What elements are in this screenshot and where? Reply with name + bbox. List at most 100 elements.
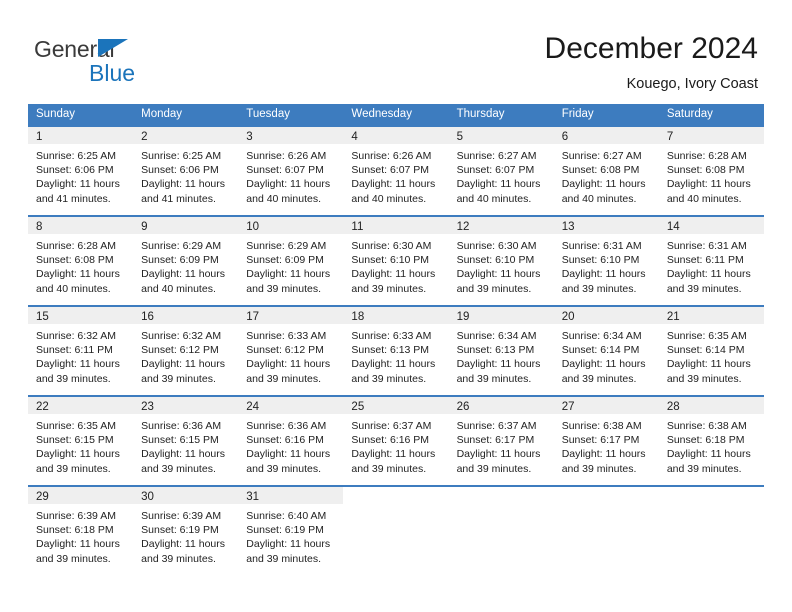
day-cell[interactable]: 29 Sunrise: 6:39 AM Sunset: 6:18 PM Dayl… bbox=[28, 487, 134, 575]
day-cell[interactable]: 5 Sunrise: 6:27 AM Sunset: 6:07 PM Dayli… bbox=[448, 127, 554, 215]
calendar-grid: Sunday Monday Tuesday Wednesday Thursday… bbox=[28, 104, 764, 575]
day-cell[interactable]: 19 Sunrise: 6:34 AM Sunset: 6:13 PM Dayl… bbox=[448, 307, 554, 395]
day-number: 9 bbox=[141, 221, 148, 233]
day-details: Sunrise: 6:35 AM Sunset: 6:15 PM Dayligh… bbox=[28, 414, 133, 476]
day-cell[interactable]: 24 Sunrise: 6:36 AM Sunset: 6:16 PM Dayl… bbox=[238, 397, 344, 485]
sunset-text: Sunset: 6:15 PM bbox=[36, 434, 114, 447]
daylight-text-line1: Daylight: 11 hours bbox=[666, 358, 751, 371]
day-cell[interactable]: 1 Sunrise: 6:25 AM Sunset: 6:06 PM Dayli… bbox=[28, 127, 134, 215]
day-number-bar: 9 bbox=[133, 217, 239, 234]
day-cell[interactable]: 10 Sunrise: 6:29 AM Sunset: 6:09 PM Dayl… bbox=[238, 217, 344, 305]
day-cell[interactable]: 14 Sunrise: 6:31 AM Sunset: 6:11 PM Dayl… bbox=[658, 217, 764, 305]
day-number-bar: 17 bbox=[238, 307, 344, 324]
sunset-text: Sunset: 6:14 PM bbox=[666, 344, 745, 357]
day-cell[interactable]: 18 Sunrise: 6:33 AM Sunset: 6:13 PM Dayl… bbox=[343, 307, 449, 395]
sunset-text: Sunset: 6:11 PM bbox=[36, 344, 113, 357]
daylight-text-line2: and 39 minutes. bbox=[141, 552, 216, 565]
page-title: December 2024 bbox=[544, 32, 758, 65]
day-cell[interactable]: 23 Sunrise: 6:36 AM Sunset: 6:15 PM Dayl… bbox=[133, 397, 239, 485]
daylight-text-line1: Daylight: 11 hours bbox=[561, 358, 646, 371]
day-details: Sunrise: 6:28 AM Sunset: 6:08 PM Dayligh… bbox=[659, 144, 764, 206]
day-cell[interactable]: 8 Sunrise: 6:28 AM Sunset: 6:08 PM Dayli… bbox=[28, 217, 134, 305]
day-details: Sunrise: 6:32 AM Sunset: 6:11 PM Dayligh… bbox=[28, 324, 133, 386]
day-number-bar: 5 bbox=[448, 127, 554, 144]
weekday-header-row: Sunday Monday Tuesday Wednesday Thursday… bbox=[28, 104, 764, 125]
day-details: Sunrise: 6:38 AM Sunset: 6:17 PM Dayligh… bbox=[554, 414, 659, 476]
daylight-text-line2: and 39 minutes. bbox=[36, 372, 111, 385]
sunset-text: Sunset: 6:19 PM bbox=[246, 524, 324, 537]
day-cell[interactable]: 12 Sunrise: 6:30 AM Sunset: 6:10 PM Dayl… bbox=[448, 217, 554, 305]
week-row: 15 Sunrise: 6:32 AM Sunset: 6:11 PM Dayl… bbox=[28, 305, 764, 395]
day-cell[interactable]: 9 Sunrise: 6:29 AM Sunset: 6:09 PM Dayli… bbox=[133, 217, 239, 305]
daylight-text-line1: Daylight: 11 hours bbox=[666, 448, 751, 461]
day-number-bar: 18 bbox=[343, 307, 449, 324]
day-details: Sunrise: 6:37 AM Sunset: 6:17 PM Dayligh… bbox=[449, 414, 554, 476]
daylight-text-line1: Daylight: 11 hours bbox=[456, 178, 541, 191]
sunrise-text: Sunrise: 6:29 AM bbox=[246, 240, 327, 252]
daylight-text-line2: and 39 minutes. bbox=[351, 282, 427, 295]
week-row: 29 Sunrise: 6:39 AM Sunset: 6:18 PM Dayl… bbox=[28, 485, 764, 575]
week-row: 22 Sunrise: 6:35 AM Sunset: 6:15 PM Dayl… bbox=[28, 395, 764, 485]
day-cell[interactable]: 28 Sunrise: 6:38 AM Sunset: 6:18 PM Dayl… bbox=[658, 397, 764, 485]
sunset-text: Sunset: 6:18 PM bbox=[666, 434, 745, 447]
day-number: 30 bbox=[141, 491, 154, 503]
day-number-bar: 10 bbox=[238, 217, 344, 234]
sunrise-text: Sunrise: 6:30 AM bbox=[456, 240, 537, 252]
day-cell[interactable]: 22 Sunrise: 6:35 AM Sunset: 6:15 PM Dayl… bbox=[28, 397, 134, 485]
triangle-icon bbox=[98, 39, 128, 57]
day-cell[interactable]: 30 Sunrise: 6:39 AM Sunset: 6:19 PM Dayl… bbox=[133, 487, 239, 575]
sunrise-text: Sunrise: 6:36 AM bbox=[246, 420, 327, 432]
day-cell[interactable]: 15 Sunrise: 6:32 AM Sunset: 6:11 PM Dayl… bbox=[28, 307, 134, 395]
daylight-text-line1: Daylight: 11 hours bbox=[456, 358, 541, 371]
day-cell[interactable]: 21 Sunrise: 6:35 AM Sunset: 6:14 PM Dayl… bbox=[658, 307, 764, 395]
sunrise-text: Sunrise: 6:35 AM bbox=[36, 420, 116, 432]
daylight-text-line1: Daylight: 11 hours bbox=[36, 268, 120, 281]
day-number: 5 bbox=[456, 131, 463, 143]
sunset-text: Sunset: 6:08 PM bbox=[36, 254, 114, 267]
day-number-bar: 19 bbox=[448, 307, 554, 324]
daylight-text-line2: and 39 minutes. bbox=[351, 372, 427, 385]
day-cell[interactable]: 27 Sunrise: 6:38 AM Sunset: 6:17 PM Dayl… bbox=[553, 397, 659, 485]
day-cell[interactable]: 11 Sunrise: 6:30 AM Sunset: 6:10 PM Dayl… bbox=[343, 217, 449, 305]
day-cell[interactable]: 31 Sunrise: 6:40 AM Sunset: 6:19 PM Dayl… bbox=[238, 487, 344, 575]
day-details: Sunrise: 6:35 AM Sunset: 6:14 PM Dayligh… bbox=[659, 324, 764, 386]
day-cell[interactable]: 17 Sunrise: 6:33 AM Sunset: 6:12 PM Dayl… bbox=[238, 307, 344, 395]
day-cell[interactable]: 20 Sunrise: 6:34 AM Sunset: 6:14 PM Dayl… bbox=[553, 307, 659, 395]
daylight-text-line2: and 39 minutes. bbox=[246, 372, 321, 385]
day-number-bar: 29 bbox=[28, 487, 134, 504]
daylight-text-line1: Daylight: 11 hours bbox=[141, 358, 225, 371]
sunset-text: Sunset: 6:15 PM bbox=[141, 434, 219, 447]
day-cell[interactable]: 3 Sunrise: 6:26 AM Sunset: 6:07 PM Dayli… bbox=[238, 127, 344, 215]
sunset-text: Sunset: 6:17 PM bbox=[456, 434, 535, 447]
day-cell[interactable]: 16 Sunrise: 6:32 AM Sunset: 6:12 PM Dayl… bbox=[133, 307, 239, 395]
day-number: 14 bbox=[666, 221, 680, 233]
day-number: 29 bbox=[36, 491, 49, 503]
day-number: 22 bbox=[36, 401, 49, 413]
brand-name-blue: Blue bbox=[89, 60, 136, 86]
day-cell[interactable]: 6 Sunrise: 6:27 AM Sunset: 6:08 PM Dayli… bbox=[553, 127, 659, 215]
daylight-text-line2: and 39 minutes. bbox=[141, 462, 216, 475]
brand-logo[interactable]: General Blue bbox=[34, 36, 264, 86]
sunrise-text: Sunrise: 6:26 AM bbox=[246, 150, 327, 162]
sunrise-text: Sunrise: 6:28 AM bbox=[666, 150, 747, 162]
daylight-text-line1: Daylight: 11 hours bbox=[246, 358, 331, 371]
sunrise-text: Sunrise: 6:31 AM bbox=[666, 240, 747, 252]
daylight-text-line2: and 40 minutes. bbox=[36, 282, 111, 295]
day-cell[interactable]: 4 Sunrise: 6:26 AM Sunset: 6:07 PM Dayli… bbox=[343, 127, 449, 215]
sunset-text: Sunset: 6:13 PM bbox=[351, 344, 430, 357]
sunset-text: Sunset: 6:10 PM bbox=[456, 254, 535, 267]
day-number-bar bbox=[449, 487, 554, 504]
day-details: Sunrise: 6:29 AM Sunset: 6:09 PM Dayligh… bbox=[133, 234, 238, 296]
day-number: 12 bbox=[456, 221, 470, 233]
daylight-text-line1: Daylight: 11 hours bbox=[141, 268, 225, 281]
day-cell[interactable]: 2 Sunrise: 6:25 AM Sunset: 6:06 PM Dayli… bbox=[133, 127, 239, 215]
daylight-text-line1: Daylight: 11 hours bbox=[351, 178, 436, 191]
day-cell[interactable]: 7 Sunrise: 6:28 AM Sunset: 6:08 PM Dayli… bbox=[658, 127, 764, 215]
sunset-text: Sunset: 6:17 PM bbox=[561, 434, 640, 447]
daylight-text-line2: and 40 minutes. bbox=[246, 192, 321, 205]
day-cell[interactable]: 25 Sunrise: 6:37 AM Sunset: 6:16 PM Dayl… bbox=[343, 397, 449, 485]
day-number-bar bbox=[554, 487, 659, 504]
day-cell[interactable]: 13 Sunrise: 6:31 AM Sunset: 6:10 PM Dayl… bbox=[553, 217, 659, 305]
day-cell[interactable]: 26 Sunrise: 6:37 AM Sunset: 6:17 PM Dayl… bbox=[448, 397, 554, 485]
daylight-text-line2: and 39 minutes. bbox=[456, 462, 532, 475]
